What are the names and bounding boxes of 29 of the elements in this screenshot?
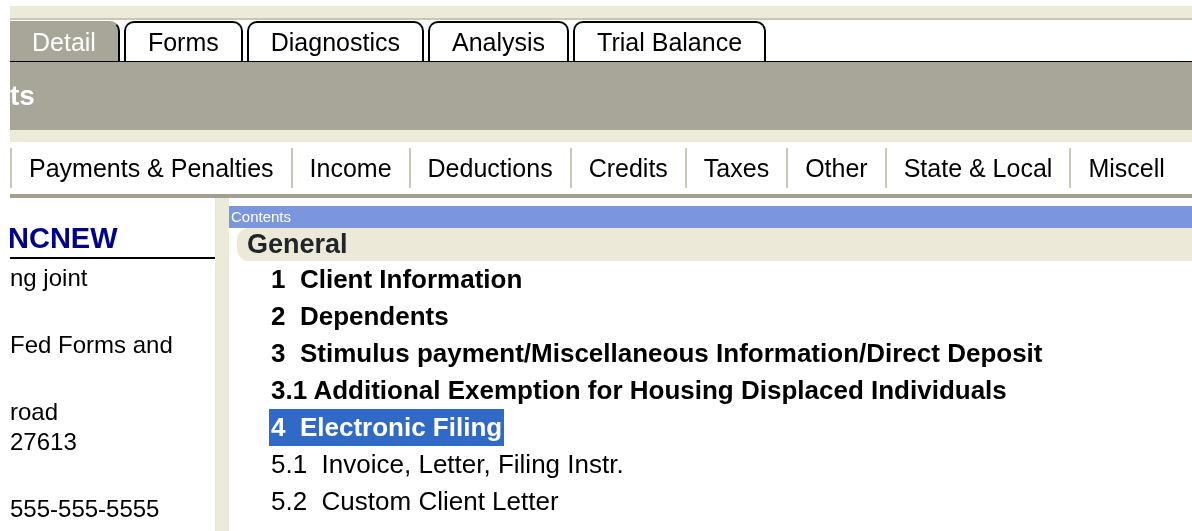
section-title: ts [10,82,35,110]
contents-item[interactable]: 1 Client Information [269,261,525,298]
client-detail: road [10,397,60,427]
tab[interactable]: Trial Balance [573,21,767,61]
client-detail: 555-555-5555 [10,494,161,524]
category-tab[interactable]: Credits [569,148,685,188]
contents-item[interactable]: 5.2 Custom Client Letter [269,483,561,520]
tab[interactable]: Diagnostics [246,21,424,61]
contents-item[interactable]: 3 Stimulus payment/Miscellaneous Information/Direct Deposit [269,335,1045,372]
group-header: General [237,228,1192,261]
client-name: NCNEW [10,222,119,254]
tab[interactable]: Analysis [428,21,570,61]
contents-item[interactable]: 4 Electronic Filing [269,409,505,446]
client-detail: ng joint [10,263,89,293]
panel-title: Contents [229,206,1192,228]
contents-item[interactable]: 2 Dependents [269,298,451,335]
category-tab[interactable]: Payments & Penalties [10,148,291,188]
client-detail: Fed Forms and [10,330,174,360]
category-tab[interactable]: State & Local [884,148,1070,188]
tab[interactable]: Forms [123,21,243,61]
splitter[interactable] [215,198,229,531]
category-tab[interactable]: Other [786,148,885,188]
category-tab[interactable]: Taxes [684,148,787,188]
category-tab[interactable]: Income [290,148,409,188]
contents-item[interactable]: 3.1 Additional Exemption for Housing Displaced Individuals [269,372,1009,409]
client-detail: 27613 [10,427,78,457]
category-tab[interactable]: Miscell [1069,148,1182,188]
category-tab[interactable]: Deductions [408,148,570,188]
contents-item[interactable]: 5.1 Invoice, Letter, Filing Instr. [269,446,626,483]
